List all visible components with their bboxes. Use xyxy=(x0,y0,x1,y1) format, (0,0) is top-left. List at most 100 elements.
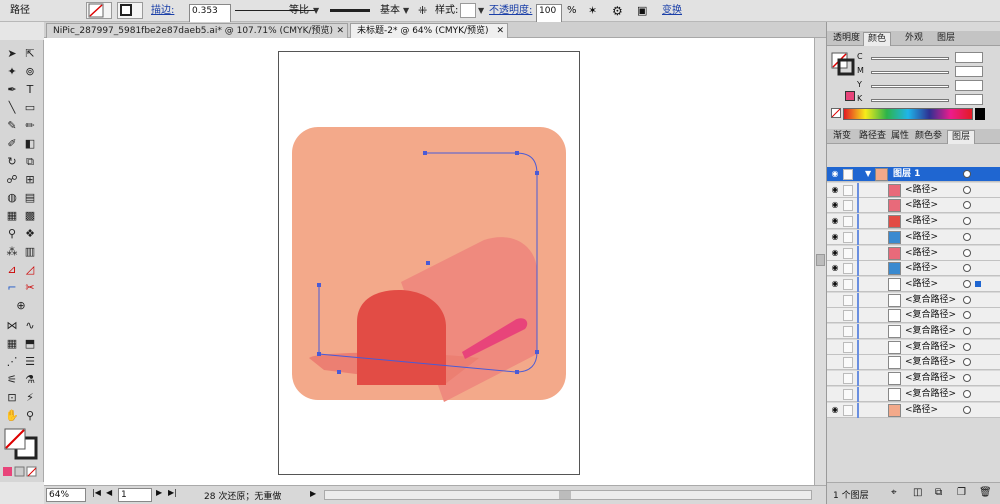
eye-icon[interactable]: ◉ xyxy=(830,279,840,289)
chevron-down-icon[interactable]: ▼ xyxy=(313,0,319,22)
target-icon[interactable] xyxy=(963,279,971,288)
layer-row[interactable]: ◉ <路径> xyxy=(827,402,1000,418)
eye-icon[interactable]: ◉ xyxy=(830,185,840,195)
knife-tool-icon[interactable]: ⌐ xyxy=(4,280,20,295)
selection-tool-icon[interactable]: ➤ xyxy=(4,46,20,61)
lock-toggle[interactable] xyxy=(843,216,853,228)
gear-icon[interactable]: ⚙ xyxy=(612,0,623,22)
align-icon[interactable]: ▣ xyxy=(637,0,647,22)
horizontal-scrollbar[interactable] xyxy=(324,490,812,500)
layer-row[interactable]: <复合路径> xyxy=(827,308,1000,324)
magic-wand-tool-icon[interactable]: ✦ xyxy=(4,64,20,79)
layer-row[interactable]: <复合路径> xyxy=(827,292,1000,308)
document-tab[interactable]: NiPic_287997_5981fbe2e87daeb5.ai* @ 107.… xyxy=(46,23,348,38)
eye-icon[interactable] xyxy=(830,342,840,352)
target-icon[interactable] xyxy=(963,170,971,178)
target-icon[interactable] xyxy=(963,248,971,257)
target-icon[interactable] xyxy=(963,264,971,273)
target-icon[interactable] xyxy=(963,232,971,241)
next-page-icon[interactable]: ▶ xyxy=(156,488,162,497)
artboard[interactable] xyxy=(278,51,580,475)
layer-row[interactable]: ◉ <路径> xyxy=(827,276,1000,292)
pencil-tool-icon[interactable]: ✏ xyxy=(22,118,38,133)
symbol-sprayer-tool-icon[interactable]: ⁂ xyxy=(4,244,20,259)
scrollbar-thumb[interactable] xyxy=(559,491,571,499)
channel-value-field[interactable] xyxy=(955,94,983,105)
fill-stroke-indicator[interactable] xyxy=(831,52,855,76)
blob-brush-tool-icon[interactable]: ✐ xyxy=(4,136,20,151)
close-icon[interactable]: ✕ xyxy=(496,24,504,38)
tab-layers[interactable]: 图层 xyxy=(947,130,976,144)
gradient-tool-icon[interactable]: ▩ xyxy=(22,208,38,223)
lock-toggle[interactable] xyxy=(843,341,853,353)
chevron-down-icon[interactable]: ▼ xyxy=(478,0,484,22)
fill-swatch[interactable] xyxy=(86,2,112,19)
cyan-slider[interactable]: C xyxy=(857,52,997,64)
mesh-tool-icon[interactable]: ▦ xyxy=(4,208,20,223)
tab-color-guide[interactable]: 颜色参 xyxy=(911,130,946,144)
layer-row[interactable]: ◉ <路径> xyxy=(827,182,1000,198)
scrollbar-thumb[interactable] xyxy=(816,254,825,266)
layer-row[interactable]: <复合路径> xyxy=(827,355,1000,371)
tab-pathfinder[interactable]: 路径查 xyxy=(855,130,890,144)
eye-icon[interactable]: ◉ xyxy=(830,405,840,415)
layer-row[interactable]: ◉ <路径> xyxy=(827,229,1000,245)
color-mode-buttons[interactable] xyxy=(2,466,42,478)
stroke-swatch[interactable] xyxy=(117,2,143,19)
eye-icon[interactable]: ◉ xyxy=(830,248,840,258)
target-icon[interactable] xyxy=(963,295,971,304)
vertical-scrollbar[interactable] xyxy=(814,38,826,485)
lock-toggle[interactable] xyxy=(843,247,853,259)
slider-track[interactable] xyxy=(871,85,949,88)
lock-toggle[interactable] xyxy=(843,184,853,196)
perspective-grid-tool-icon[interactable]: ▤ xyxy=(22,190,38,205)
none-color-swatch[interactable] xyxy=(831,108,841,118)
hand-tool-icon[interactable]: ✋ xyxy=(4,408,20,423)
lock-toggle[interactable] xyxy=(843,294,853,306)
direct-selection-tool-icon[interactable]: ⇱ xyxy=(22,46,38,61)
pen-tool-icon[interactable]: ✒ xyxy=(4,82,20,97)
paintbrush-tool-icon[interactable]: ✎ xyxy=(4,118,20,133)
new-sublayer-icon[interactable]: ⧉ xyxy=(935,487,942,498)
page-field[interactable]: 1 xyxy=(118,488,152,502)
channel-value-field[interactable] xyxy=(955,66,983,77)
lock-toggle[interactable] xyxy=(843,169,853,180)
lock-toggle[interactable] xyxy=(843,278,853,290)
layer-row[interactable]: ◉ <路径> xyxy=(827,214,1000,230)
lasso-tool-icon[interactable]: ⊚ xyxy=(22,64,38,79)
eye-icon[interactable]: ◉ xyxy=(830,169,840,179)
first-page-icon[interactable]: |◀ xyxy=(92,488,101,497)
paint-bucket-tool-icon[interactable]: ⚗ xyxy=(22,372,38,387)
locate-object-icon[interactable]: ⌖ xyxy=(891,487,897,498)
artboard-tool-icon[interactable]: ⊿ xyxy=(4,262,20,277)
warp-mesh-tool-icon[interactable]: ∿ xyxy=(22,318,38,333)
crop-tool-icon[interactable]: ⊡ xyxy=(4,390,20,405)
eye-icon[interactable] xyxy=(830,310,840,320)
fill-stroke-widget[interactable] xyxy=(4,428,40,460)
status-menu-arrow-icon[interactable]: ▶ xyxy=(310,489,316,498)
lock-toggle[interactable] xyxy=(843,326,853,337)
target-icon[interactable] xyxy=(963,217,971,226)
magenta-slider[interactable]: M xyxy=(857,66,997,78)
lock-toggle[interactable] xyxy=(843,263,853,275)
layer-row[interactable]: <复合路径> xyxy=(827,371,1000,387)
tab-appearance[interactable]: 外观 xyxy=(901,32,927,46)
transform-link[interactable]: 变换 xyxy=(662,0,682,22)
eye-icon[interactable]: ◉ xyxy=(830,216,840,226)
previous-page-icon[interactable]: ◀ xyxy=(106,488,112,497)
scissors-tool-icon[interactable]: ✂ xyxy=(22,280,38,295)
lock-toggle[interactable] xyxy=(843,231,853,243)
recolor-icon[interactable]: ✶ xyxy=(588,0,597,22)
tab-layers-top[interactable]: 图层 xyxy=(933,32,959,46)
layer-row[interactable]: <复合路径> xyxy=(827,386,1000,402)
eye-icon[interactable] xyxy=(830,389,840,399)
document-tab-active[interactable]: 未标题-2* @ 64% (CMYK/预览) ✕ xyxy=(350,23,508,38)
column-graph-tool-icon[interactable]: ▥ xyxy=(22,244,38,259)
eye-icon[interactable]: ◉ xyxy=(830,200,840,210)
lock-toggle[interactable] xyxy=(843,388,853,400)
rectangle-tool-icon[interactable]: ▭ xyxy=(22,100,38,115)
brush-preview[interactable] xyxy=(330,9,370,12)
live-paint-tool-icon[interactable]: ⬒ xyxy=(22,336,38,351)
stroke-link[interactable]: 描边: xyxy=(151,0,174,22)
lock-toggle[interactable] xyxy=(843,200,853,212)
